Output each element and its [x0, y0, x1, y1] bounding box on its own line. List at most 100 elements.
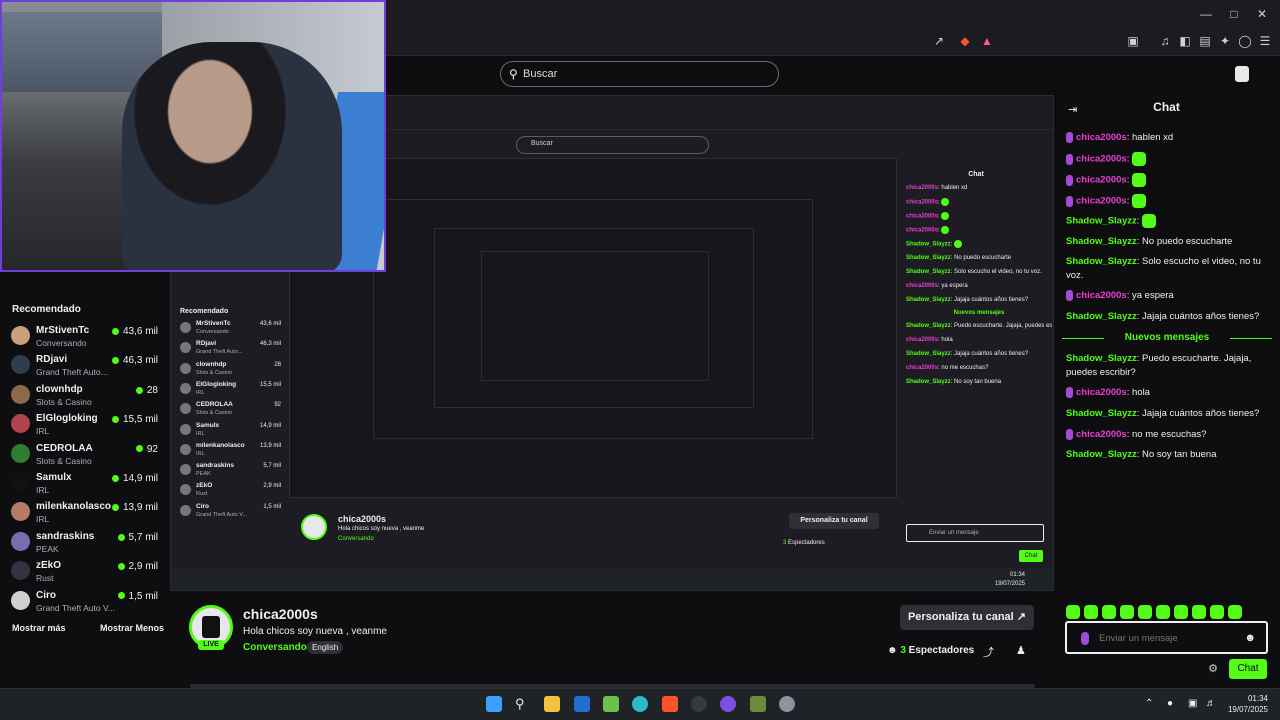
chat-input[interactable]: [1099, 631, 1239, 645]
sidebar-channel-row[interactable]: CEDROLAA Slots & Casino 92: [0, 438, 170, 466]
chat-username[interactable]: Shadow_Slayzz: [1066, 311, 1137, 322]
chat-username[interactable]: Shadow_Slayzz: [1066, 236, 1137, 247]
quick-emote-icon[interactable]: [1228, 604, 1242, 619]
search-box[interactable]: ⚲ Buscar: [500, 61, 779, 87]
chat-text: Jajaja cuántos años tienes?: [1142, 408, 1260, 419]
stream-category[interactable]: Conversando: [243, 642, 307, 653]
chat-username[interactable]: chica2000s: [1076, 175, 1127, 186]
mic-icon[interactable]: [1081, 632, 1089, 645]
chat-username[interactable]: Shadow_Slayzz: [1066, 256, 1137, 267]
clock-date[interactable]: 19/07/2025: [1222, 705, 1268, 714]
obs-icon[interactable]: [691, 696, 707, 712]
settings-app-icon[interactable]: [779, 696, 795, 712]
file-explorer-icon[interactable]: [544, 696, 560, 712]
chat-username[interactable]: chica2000s: [1076, 290, 1127, 301]
music-icon[interactable]: ♫: [1156, 32, 1174, 50]
quick-emote-icon[interactable]: [1138, 604, 1152, 619]
sidebar-channel-row[interactable]: Ciro Grand Theft Auto V... 1,5 mil: [0, 585, 170, 613]
recommended-title: Recomendado: [12, 304, 81, 315]
sidebar-channel-row[interactable]: MrStivenTc Conversando 43,6 mil: [0, 320, 170, 348]
chat-username[interactable]: chica2000s: [1076, 387, 1127, 398]
minimize-icon[interactable]: —: [1196, 4, 1216, 24]
chat-username[interactable]: chica2000s: [1076, 154, 1127, 165]
mirror-channel-row: milenkanolasco IRL 13,9 mil: [171, 440, 291, 460]
chat-input-box[interactable]: ☻: [1065, 621, 1268, 654]
chat-username[interactable]: chica2000s: [1076, 429, 1127, 440]
quick-emote-icon[interactable]: [1156, 604, 1170, 619]
mirror-channel-viewers: 1,5 mil: [263, 503, 281, 510]
chat-message: chica2000s:: [1066, 194, 1272, 209]
ai-assistant-icon[interactable]: ✦: [1216, 32, 1234, 50]
share-page-icon[interactable]: ↗: [930, 32, 948, 50]
sidebar-channel-row[interactable]: sandraskins PEAK 5,7 mil: [0, 526, 170, 554]
channel-avatar-icon: [11, 561, 30, 581]
quick-emote-icon[interactable]: [1102, 604, 1116, 619]
live-dot-icon: [117, 563, 125, 571]
quick-emote-icon[interactable]: [1192, 604, 1206, 619]
chat-username[interactable]: chica2000s: [1076, 132, 1127, 143]
quick-emote-icon[interactable]: [1084, 604, 1098, 619]
chat-settings-gear-icon[interactable]: ⚙: [1206, 662, 1220, 676]
user-avatar-icon[interactable]: [1235, 66, 1249, 82]
sidebar-channel-name: Samulx: [36, 472, 72, 483]
channel-name[interactable]: chica2000s: [243, 606, 318, 622]
chat-message: Shadow_Slayzz:: [1066, 214, 1272, 229]
sidebar-channel-row[interactable]: ElGlogloking IRL 15,5 mil: [0, 408, 170, 436]
follow-icon[interactable]: ♟: [1016, 644, 1026, 657]
mirror-channel-name: chica2000s: [338, 514, 387, 524]
sidebar-channel-row[interactable]: zEkO Rust 2,9 mil: [0, 555, 170, 583]
brave-icon[interactable]: [662, 696, 678, 712]
emoji-icon[interactable]: ☻: [1244, 632, 1256, 644]
brave-rewards-icon[interactable]: ▲: [978, 32, 996, 50]
chat-message: Shadow_Slayzz: Jajaja cuántos años tiene…: [1066, 408, 1260, 419]
close-icon[interactable]: ✕: [1252, 4, 1272, 24]
minecraft-icon[interactable]: [750, 696, 766, 712]
outlook-icon[interactable]: [574, 696, 590, 712]
edge-icon[interactable]: [632, 696, 648, 712]
chat-username[interactable]: Shadow_Slayzz: [1066, 216, 1137, 227]
volume-icon[interactable]: ♬: [1206, 698, 1216, 709]
show-more-link[interactable]: Mostrar más: [12, 623, 66, 633]
chat-message: chica2000s: no me escuchas?: [1066, 428, 1272, 442]
quick-emote-icon[interactable]: [1210, 604, 1224, 619]
tray-chevron-icon[interactable]: ⌃: [1145, 698, 1153, 709]
chat-username[interactable]: Shadow_Slayzz: [1066, 449, 1137, 460]
store-icon[interactable]: [603, 696, 619, 712]
chat-send-button[interactable]: Chat: [1229, 659, 1267, 679]
mirror-channel-category: Grand Theft Auto V...: [196, 511, 248, 518]
quick-emote-icon[interactable]: [1120, 604, 1134, 619]
sidebar-channel-row[interactable]: RDjavi Grand Theft Auto... 46,3 mil: [0, 349, 170, 377]
sidebar-channel-row[interactable]: clownhdp Slots & Casino 28: [0, 379, 170, 407]
sidebar-channel-row[interactable]: milenkanolasco IRL 13,9 mil: [0, 496, 170, 524]
network-icon[interactable]: ▣: [1188, 698, 1197, 709]
sidebar-toggle-icon[interactable]: ◧: [1176, 32, 1194, 50]
mirror-channel-name: sandraskins: [196, 462, 234, 470]
maximize-icon[interactable]: □: [1224, 4, 1244, 24]
show-less-link[interactable]: Mostrar Menos: [100, 623, 164, 633]
viewer-count: ☻ 3 Espectadores: [887, 645, 975, 656]
mirror-channel-category: PEAK: [196, 471, 211, 478]
taskbar-search-icon[interactable]: ⚲: [515, 696, 531, 712]
menu-icon[interactable]: ☰: [1256, 32, 1274, 50]
language-tag[interactable]: English: [307, 641, 344, 654]
quick-emote-icon[interactable]: [1066, 604, 1080, 619]
chat-username[interactable]: chica2000s: [1076, 196, 1127, 207]
sidebar-channel-row[interactable]: Samulx IRL 14,9 mil: [0, 467, 170, 495]
channel-avatar-icon: [11, 590, 30, 610]
microphone-icon[interactable]: ●: [1167, 698, 1173, 709]
share-icon[interactable]: ⤴: [983, 644, 994, 660]
start-icon[interactable]: [486, 696, 502, 712]
customize-channel-button[interactable]: Personaliza tu canal ↗: [900, 605, 1034, 630]
screenshot-icon[interactable]: ▣: [1124, 32, 1142, 50]
chat-username[interactable]: Shadow_Slayzz: [1066, 353, 1137, 364]
brave-shield-icon[interactable]: ◆: [956, 32, 974, 50]
external-link-icon: ↗: [1016, 611, 1027, 623]
sidebar-channel-viewers: 13,9 mil: [111, 502, 158, 513]
quick-emote-icon[interactable]: [1174, 604, 1188, 619]
app-purple-icon[interactable]: [720, 696, 736, 712]
wallet-icon[interactable]: ▤: [1196, 32, 1214, 50]
clock-time[interactable]: 01:34: [1238, 694, 1268, 703]
mirror-channel-name: CEDROLAA: [196, 401, 233, 409]
vpn-shield-icon[interactable]: ◯: [1236, 32, 1254, 50]
chat-username[interactable]: Shadow_Slayzz: [1066, 408, 1137, 419]
